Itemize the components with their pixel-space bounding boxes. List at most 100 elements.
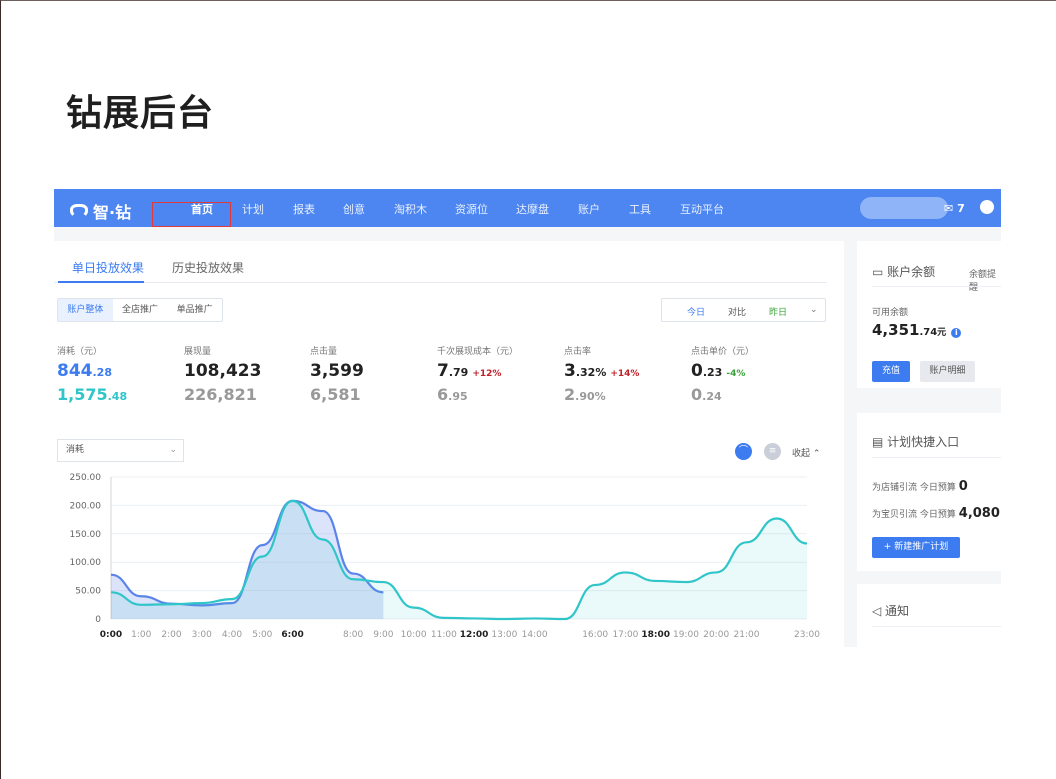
recharge-button[interactable]: 充值 bbox=[872, 361, 910, 382]
metric-yesterday-cpc: 0.24 bbox=[691, 385, 722, 404]
x-tick-label: 5:00 bbox=[252, 630, 272, 640]
y-tick-label: 150.00 bbox=[70, 530, 102, 540]
scope-segment: 账户整体 全店推广 单品推广 bbox=[57, 298, 223, 322]
new-plan-button[interactable]: + 新建推广计划 bbox=[872, 537, 960, 558]
chevron-down-icon[interactable]: ⌄ bbox=[810, 305, 818, 315]
collapse-toggle[interactable]: 收起 ⌃ bbox=[792, 446, 820, 459]
segment-store[interactable]: 全店推广 bbox=[113, 299, 168, 321]
mail-icon: ✉ bbox=[944, 202, 954, 215]
nav-item-account[interactable]: 账户 bbox=[578, 201, 600, 217]
metric-today-cpc: 0.23 -4% bbox=[691, 361, 746, 381]
speaker-icon: ◁ bbox=[872, 604, 886, 618]
divider bbox=[872, 286, 1001, 287]
metric-label-impressions: 展现量 bbox=[184, 347, 212, 357]
trend-chart: 250.00 200.00 150.00 100.00 50.00 0 0:00 1:00 2:… bbox=[70, 473, 821, 640]
metric-today-impressions: 108,423 bbox=[184, 361, 262, 381]
nav-item-plan[interactable]: 计划 bbox=[242, 201, 264, 217]
day-today[interactable]: 今日 bbox=[687, 305, 705, 318]
y-tick-label: 200.00 bbox=[70, 501, 102, 511]
x-tick-label: 11:00 bbox=[431, 630, 457, 640]
x-tick-label: 6:00 bbox=[281, 630, 303, 640]
wallet-icon: ▭ bbox=[872, 265, 888, 279]
y-tick-label: 0 bbox=[95, 615, 101, 625]
notice-title: ◁ 通知 bbox=[872, 604, 910, 618]
tab-daily[interactable]: 单日投放效果 bbox=[72, 259, 144, 276]
page-title: 钻展后台 bbox=[66, 93, 215, 134]
x-tick-label: 9:00 bbox=[373, 630, 393, 640]
divider bbox=[872, 626, 1001, 627]
metric-yesterday-ctr: 2.90% bbox=[564, 385, 606, 404]
x-tick-label: 23:00 bbox=[794, 630, 820, 640]
x-tick-label: 12:00 bbox=[460, 630, 489, 640]
nav-item-damopan[interactable]: 达摩盘 bbox=[516, 201, 549, 217]
plan-row-item[interactable]: 为宝贝引流 今日预算 4,080 bbox=[872, 506, 1000, 521]
y-tick-label: 100.00 bbox=[70, 558, 102, 568]
x-tick-label: 2:00 bbox=[161, 630, 181, 640]
nav-item-report[interactable]: 报表 bbox=[293, 201, 315, 217]
x-tick-label: 1:00 bbox=[131, 630, 151, 640]
divider bbox=[872, 457, 1001, 458]
x-tick-label: 3:00 bbox=[192, 630, 212, 640]
metric-today-cpm: 7.79 +12% bbox=[437, 361, 502, 381]
logo-text: 智·钻 bbox=[93, 203, 132, 222]
x-tick-label: 10:00 bbox=[401, 630, 427, 640]
x-tick-label: 19:00 bbox=[673, 630, 699, 640]
metric-label-clicks: 点击量 bbox=[310, 347, 338, 357]
balance-reminder-link[interactable]: 余额提醒 bbox=[969, 267, 1001, 293]
balance-card: ▭ 账户余额 余额提醒 可用余额 4,351.74元 i 充值 账户明细 bbox=[857, 241, 1001, 388]
metric-label-ctr: 点击率 bbox=[564, 347, 592, 357]
highlight-box bbox=[152, 202, 231, 227]
x-tick-label: 13:00 bbox=[491, 630, 517, 640]
active-tab-indicator bbox=[58, 281, 144, 283]
account-details-button[interactable]: 账户明细 bbox=[920, 361, 975, 382]
metric-yesterday-cpm: 6.95 bbox=[437, 385, 468, 404]
y-tick-label: 50.00 bbox=[75, 587, 101, 597]
x-tick-label: 8:00 bbox=[343, 630, 363, 640]
x-tick-label: 20:00 bbox=[703, 630, 729, 640]
x-tick-label: 16:00 bbox=[582, 630, 608, 640]
main-panel: 单日投放效果 历史投放效果 账户整体 全店推广 单品推广 今日 对比 昨日 ⌄ … bbox=[54, 241, 844, 647]
document-icon: ▤ bbox=[872, 435, 888, 449]
available-label: 可用余额 bbox=[872, 308, 909, 318]
nav-item-interactive[interactable]: 互动平台 bbox=[680, 201, 724, 217]
metric-label-cpc: 点击单价（元） bbox=[691, 347, 755, 357]
user-search-pill[interactable] bbox=[860, 197, 948, 219]
x-tick-label: 4:00 bbox=[222, 630, 242, 640]
diamond-logo-icon bbox=[70, 204, 88, 218]
mail-counter[interactable]: ✉ 7 bbox=[944, 202, 965, 215]
segment-account[interactable]: 账户整体 bbox=[58, 299, 113, 321]
line-chart-icon[interactable]: ⌒ bbox=[735, 443, 752, 460]
day-yesterday[interactable]: 昨日 bbox=[769, 305, 787, 318]
day-compare[interactable]: 对比 bbox=[728, 305, 746, 318]
nav-item-tools[interactable]: 工具 bbox=[629, 201, 651, 217]
weibo-icon[interactable] bbox=[980, 200, 994, 214]
day-segment: 今日 对比 昨日 ⌄ bbox=[661, 298, 826, 322]
metric-label-cpm: 千次展现成本（元） bbox=[437, 347, 519, 357]
tab-history[interactable]: 历史投放效果 bbox=[172, 259, 244, 276]
plan-shortcut-card: ▤ 计划快捷入口 为店铺引流 今日预算 0 为宝贝引流 今日预算 4,080 +… bbox=[857, 413, 1001, 571]
chart-metric-select[interactable]: 消耗 ⌄ bbox=[57, 439, 184, 462]
metric-yesterday-clicks: 6,581 bbox=[310, 385, 361, 404]
x-tick-label: 17:00 bbox=[612, 630, 638, 640]
x-tick-label: 21:00 bbox=[734, 630, 760, 640]
nav-item-taojimu[interactable]: 淘积木 bbox=[394, 201, 427, 217]
list-view-icon[interactable]: ≡ bbox=[764, 443, 781, 460]
metric-today-clicks: 3,599 bbox=[310, 361, 364, 381]
nav-item-creative[interactable]: 创意 bbox=[343, 201, 365, 217]
info-icon[interactable]: i bbox=[951, 328, 962, 338]
segment-item[interactable]: 单品推广 bbox=[167, 299, 222, 321]
metric-today-ctr: 3.32% +14% bbox=[564, 361, 640, 381]
x-tick-label: 14:00 bbox=[522, 630, 548, 640]
plan-title: ▤ 计划快捷入口 bbox=[872, 435, 960, 449]
nav-item-resource[interactable]: 资源位 bbox=[455, 201, 488, 217]
dashboard-screenshot: 智·钻 首页 计划 报表 创意 淘积木 资源位 达摩盘 账户 工具 互动平台 ✉… bbox=[54, 189, 1001, 647]
logo[interactable]: 智·钻 bbox=[70, 199, 131, 223]
top-nav: 智·钻 首页 计划 报表 创意 淘积木 资源位 达摩盘 账户 工具 互动平台 ✉… bbox=[54, 189, 1001, 227]
metric-label-cost: 消耗（元） bbox=[57, 347, 103, 357]
notice-card: ◁ 通知 bbox=[857, 584, 1001, 647]
plan-row-store[interactable]: 为店铺引流 今日预算 0 bbox=[872, 479, 968, 494]
metric-today-cost: 844.28 bbox=[57, 361, 112, 381]
x-tick-label: 0:00 bbox=[100, 630, 122, 640]
chevron-down-icon: ⌄ bbox=[169, 445, 177, 455]
effect-tabs: 单日投放效果 历史投放效果 bbox=[54, 241, 827, 283]
